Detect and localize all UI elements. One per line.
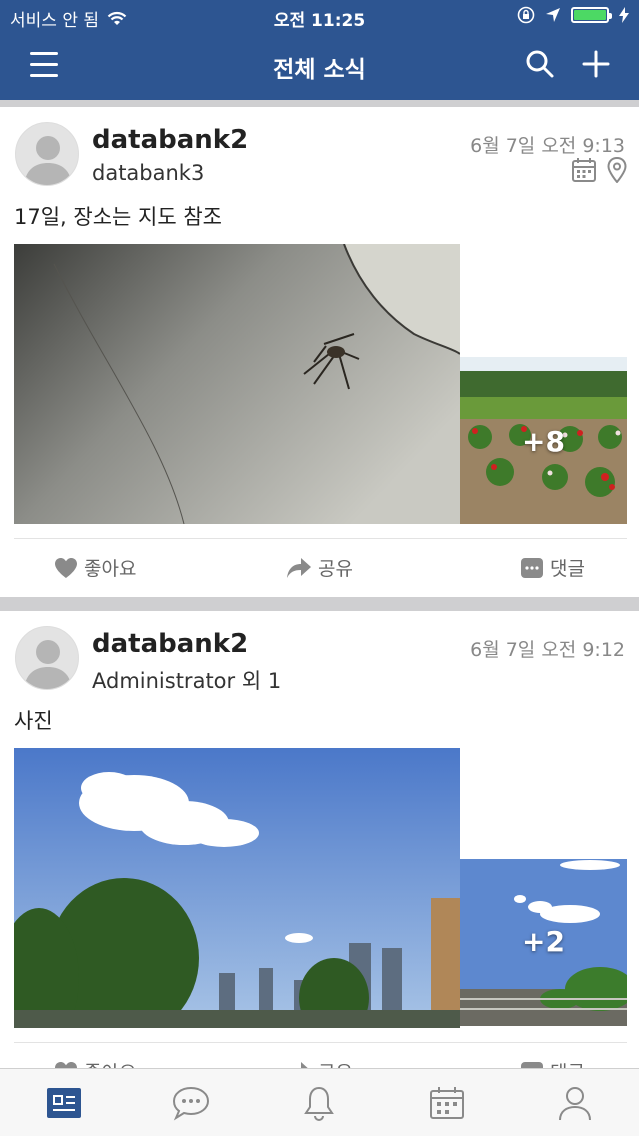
tab-news-feed[interactable] — [0, 1069, 128, 1136]
post-recipient: databank3 — [92, 161, 205, 185]
tab-chat[interactable] — [128, 1069, 256, 1136]
location-arrow-icon — [546, 8, 560, 22]
calendar-icon — [430, 1086, 465, 1119]
comment-button[interactable]: 댓글 — [408, 539, 627, 596]
news-feed-icon — [46, 1087, 81, 1118]
post-author[interactable]: databank2 — [92, 125, 248, 155]
tab-bar — [0, 1068, 639, 1136]
nav-bar: 전체 소식 — [0, 32, 639, 100]
charging-bolt-icon — [619, 7, 629, 23]
feed-post: databank2 Administrator 외 1 6월 7일 오전 9:1… — [0, 611, 639, 1070]
post-text: 17일, 장소는 지도 참조 — [14, 205, 222, 229]
bell-icon — [304, 1086, 335, 1121]
more-photos-count[interactable]: +8 — [460, 425, 627, 458]
post-author[interactable]: databank2 — [92, 629, 248, 659]
chat-icon — [172, 1086, 209, 1121]
add-post-icon[interactable] — [580, 48, 612, 80]
comment-icon — [521, 557, 544, 578]
post-actions: 좋아요 공유 댓글 — [14, 1042, 627, 1070]
tab-profile[interactable] — [511, 1069, 639, 1136]
comment-label: 댓글 — [550, 558, 585, 580]
app-header: 서비스 안 됨 오전 11:25 전체 소식 — [0, 0, 639, 100]
post-photo[interactable] — [14, 244, 460, 524]
tab-notifications[interactable] — [256, 1069, 384, 1136]
like-label: 좋아요 — [84, 558, 137, 580]
avatar[interactable] — [15, 122, 79, 186]
tab-calendar[interactable] — [383, 1069, 511, 1136]
battery-icon — [571, 7, 612, 23]
default-avatar-icon — [24, 136, 72, 185]
like-button[interactable]: 좋아요 — [14, 539, 231, 596]
post-date: 6월 7일 오전 9:13 — [470, 135, 625, 157]
default-avatar-icon — [24, 640, 72, 689]
share-label: 공유 — [318, 558, 353, 580]
search-icon[interactable] — [524, 48, 556, 80]
post-text: 사진 — [14, 709, 53, 733]
feed-post: databank2 databank3 6월 7일 오전 9:13 17일, 장… — [0, 107, 639, 597]
avatar[interactable] — [15, 626, 79, 690]
post-recipient: Administrator 외 1 — [92, 669, 282, 693]
post-photo[interactable] — [14, 748, 460, 1028]
heart-icon — [55, 557, 77, 578]
share-button[interactable]: 공유 — [231, 1043, 408, 1070]
more-photos-count[interactable]: +2 — [460, 925, 627, 958]
status-right — [517, 6, 629, 24]
share-button[interactable]: 공유 — [231, 539, 408, 596]
like-button[interactable]: 좋아요 — [14, 1043, 231, 1070]
calendar-icon[interactable] — [571, 157, 597, 183]
post-meta-icons — [571, 157, 627, 183]
share-arrow-icon — [287, 557, 312, 578]
rotation-lock-icon — [517, 6, 535, 24]
person-icon — [559, 1086, 592, 1120]
comment-button[interactable]: 댓글 — [408, 1043, 627, 1070]
status-bar: 서비스 안 됨 오전 11:25 — [0, 0, 639, 32]
post-date: 6월 7일 오전 9:12 — [470, 639, 625, 661]
post-actions: 좋아요 공유 댓글 — [14, 538, 627, 596]
map-pin-icon[interactable] — [607, 157, 627, 183]
news-feed[interactable]: databank2 databank3 6월 7일 오전 9:13 17일, 장… — [0, 100, 639, 1070]
